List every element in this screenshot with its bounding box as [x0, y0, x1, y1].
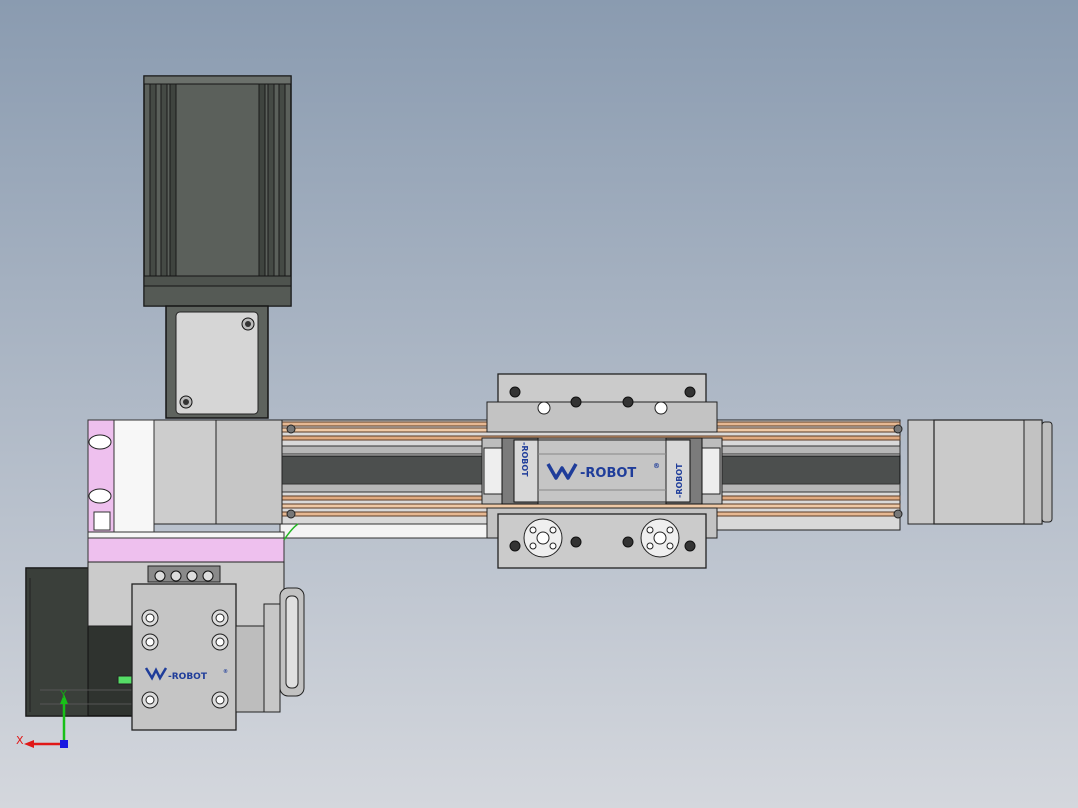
- cad-viewport[interactable]: -ROBOT ® -ROBOT -ROBOT -ROBOT ® Y X: [0, 0, 1078, 808]
- pulley-right: [640, 518, 680, 558]
- carriage-side-label-right: -ROBOT: [675, 463, 684, 498]
- rail-end-cap-right[interactable]: [907, 419, 1053, 525]
- carriage-side-label-left: -ROBOT: [520, 442, 529, 477]
- cad-model-view[interactable]: -ROBOT ® -ROBOT -ROBOT -ROBOT ® Y X: [0, 0, 1078, 808]
- pulley-left: [523, 518, 563, 558]
- axis-y-label: Y: [59, 688, 67, 701]
- lower-registered-mark: ®: [223, 669, 228, 675]
- rail-cover-strip: [279, 523, 501, 539]
- motor-coupling-housing[interactable]: [165, 305, 269, 419]
- axis-x-label: X: [16, 734, 24, 747]
- lower-brand-text: -ROBOT: [168, 672, 208, 682]
- carriage-brand-text: -ROBOT: [580, 466, 636, 481]
- top-stepper-motor[interactable]: [143, 75, 292, 307]
- rail-end-block-left[interactable]: [151, 419, 283, 525]
- registered-mark: ®: [653, 462, 660, 470]
